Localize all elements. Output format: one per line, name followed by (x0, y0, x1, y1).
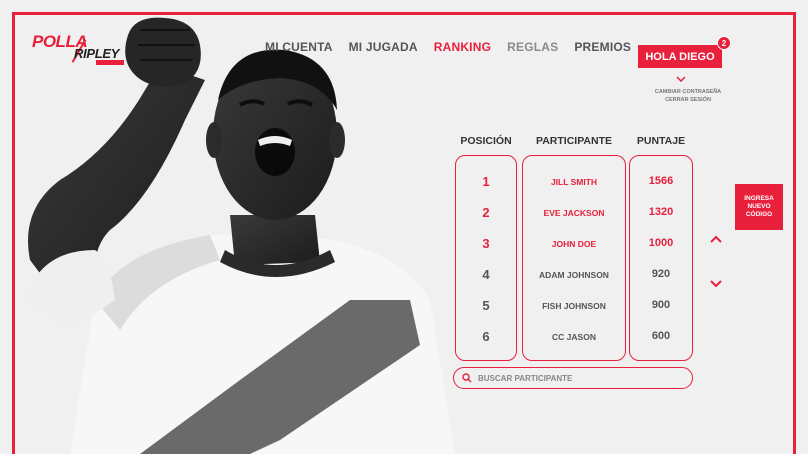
rank-position: 3 (482, 236, 490, 251)
score-column: 1566 1320 1000 920 900 600 (629, 155, 693, 361)
header-score: PUNTAJE (636, 135, 686, 147)
participant-name[interactable]: EVE JACKSON (523, 208, 625, 218)
chevron-down-icon[interactable] (676, 76, 686, 82)
participant-name[interactable]: JILL SMITH (523, 177, 625, 187)
participant-score: 900 (651, 299, 671, 311)
rank-position: 1 (482, 174, 490, 189)
nav-item-mi-cuenta[interactable]: MI CUENTA (265, 40, 333, 54)
nav-item-reglas[interactable]: REGLAS (507, 40, 558, 54)
position-column: 1 2 3 4 5 6 (455, 155, 517, 361)
chevron-down-icon[interactable] (709, 279, 723, 288)
logo-text-ripley: RIPLEY (74, 46, 120, 61)
rank-position: 6 (482, 329, 490, 344)
notification-badge[interactable]: 2 (717, 36, 731, 50)
logout-link[interactable]: CERRAR SESIÓN (640, 96, 736, 104)
participant-name[interactable]: CC JASON (523, 332, 625, 342)
new-code-button[interactable]: INGRESA NUEVO CÓDIGO (735, 184, 783, 230)
new-code-line: CÓDIGO (745, 211, 773, 218)
rank-position: 2 (482, 205, 490, 220)
header-position: POSICIÓN (460, 135, 512, 147)
new-code-label: INGRESA NUEVO CÓDIGO (744, 195, 774, 219)
participant-name[interactable]: JOHN DOE (523, 239, 625, 249)
new-code-line: NUEVO (747, 203, 771, 210)
change-password-link[interactable]: CAMBIAR CONTRASEÑA (640, 88, 736, 96)
nav-item-mi-jugada[interactable]: MI JUGADA (349, 40, 418, 54)
participant-name[interactable]: FISH JOHNSON (523, 301, 625, 311)
user-greeting-button[interactable]: HOLA DIEGO (638, 45, 722, 68)
search-input[interactable] (478, 373, 678, 383)
new-code-line: INGRESA (744, 195, 774, 202)
rank-position: 5 (482, 298, 490, 313)
nav-item-premios[interactable]: PREMIOS (574, 40, 631, 54)
participant-score: 1566 (648, 175, 674, 187)
nav-item-ranking[interactable]: RANKING (434, 40, 491, 54)
logo-tag (96, 60, 124, 65)
logo[interactable]: POLLA RIPLEY (30, 30, 130, 70)
participant-score: 1000 (648, 237, 674, 249)
chevron-up-icon[interactable] (709, 235, 723, 244)
participant-column: JILL SMITH EVE JACKSON JOHN DOE ADAM JOH… (522, 155, 626, 361)
participant-name[interactable]: ADAM JOHNSON (523, 270, 625, 280)
account-links: CAMBIAR CONTRASEÑA CERRAR SESIÓN (640, 88, 736, 104)
header-participant: PARTICIPANTE (535, 135, 613, 147)
participant-search[interactable] (453, 367, 693, 389)
rank-position: 4 (482, 267, 490, 282)
search-icon (462, 373, 472, 383)
participant-score: 600 (651, 330, 671, 342)
participant-score: 1320 (648, 206, 674, 218)
participant-score: 920 (651, 268, 671, 280)
main-nav: MI CUENTA MI JUGADA RANKING REGLAS PREMI… (265, 40, 631, 54)
